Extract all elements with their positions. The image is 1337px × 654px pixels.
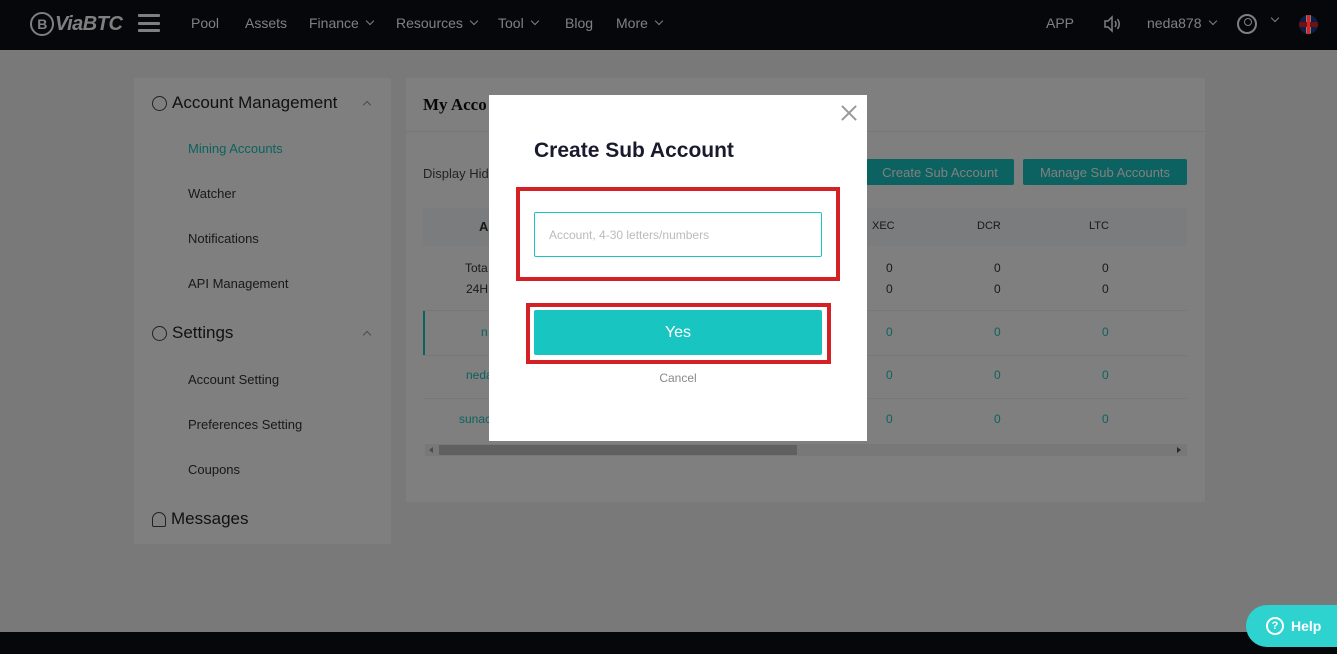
cancel-button[interactable]: Cancel xyxy=(489,371,867,385)
yes-button[interactable]: Yes xyxy=(534,310,822,355)
create-sub-account-dialog: Create Sub Account Yes Cancel xyxy=(489,95,867,441)
dialog-title: Create Sub Account xyxy=(534,139,734,162)
help-button[interactable]: ? Help xyxy=(1246,605,1337,647)
account-name-input[interactable] xyxy=(534,212,822,257)
question-icon: ? xyxy=(1266,617,1284,635)
close-icon[interactable] xyxy=(841,105,857,121)
